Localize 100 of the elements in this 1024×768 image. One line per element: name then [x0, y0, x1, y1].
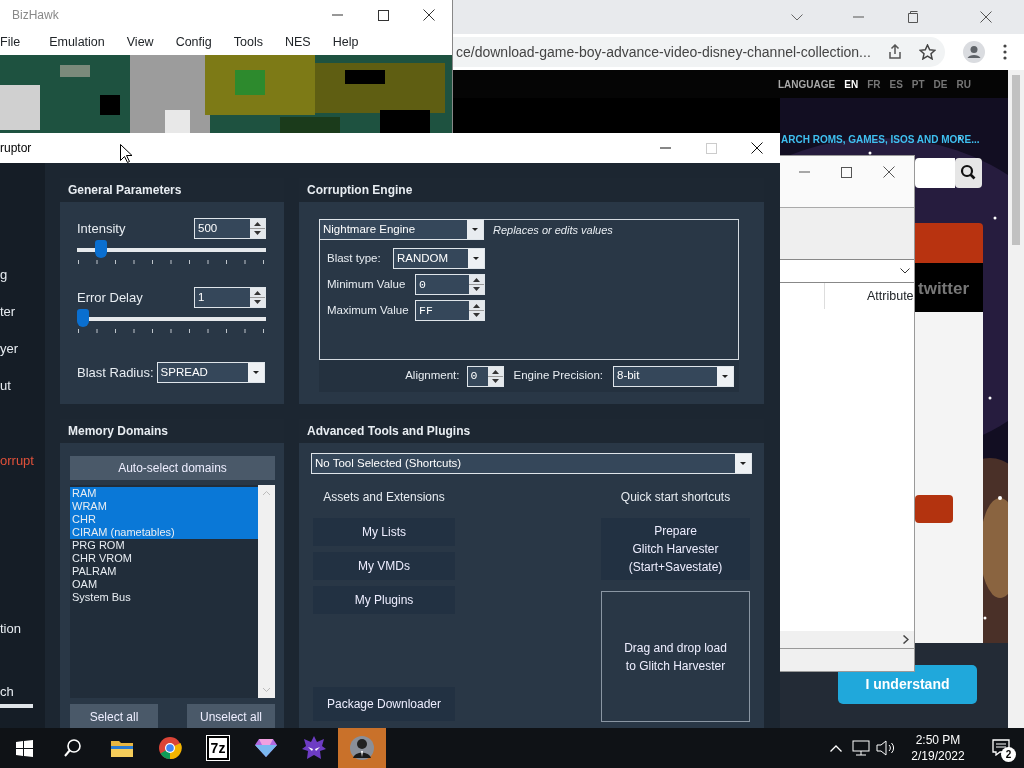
- address-bar[interactable]: ce/download-game-boy-advance-video-disney-channel-collection...: [453, 37, 945, 67]
- taskbar-button[interactable]: [338, 728, 386, 768]
- language-link[interactable]: EN: [844, 76, 859, 92]
- number-field[interactable]: 0: [415, 274, 485, 295]
- archiver-icon[interactable]: 7z: [206, 736, 230, 760]
- social-link[interactable]: twitter: [918, 276, 969, 302]
- list-item[interactable]: OAM: [70, 578, 258, 591]
- spinner-arrows-icon[interactable]: [487, 366, 503, 386]
- chevron-down-icon[interactable]: [900, 268, 910, 274]
- sidebar-item[interactable]: orrupt: [0, 451, 45, 471]
- slider[interactable]: [77, 240, 266, 258]
- close-icon[interactable]: [980, 11, 992, 23]
- menu-item[interactable]: Config: [168, 33, 219, 52]
- field-label: Blast type:: [327, 250, 382, 266]
- drop-zone[interactable]: Drag and drop load to Glitch Harvester: [601, 591, 750, 722]
- prepare-button[interactable]: Prepare Glitch Harvester (Start+Savestate): [601, 518, 750, 580]
- share-icon[interactable]: [886, 44, 903, 60]
- search-banner-link[interactable]: ARCH ROMS, GAMES, ISOS AND MORE...: [781, 132, 980, 147]
- dropdown[interactable]: RANDOM: [393, 248, 485, 269]
- number-field[interactable]: 500: [194, 218, 266, 239]
- folder-icon[interactable]: [110, 738, 134, 758]
- menu-item[interactable]: View: [119, 33, 161, 52]
- list-item[interactable]: System Bus: [70, 591, 258, 604]
- spinner-arrows-icon[interactable]: [250, 219, 265, 238]
- spinner-arrows-icon[interactable]: [469, 301, 484, 320]
- list-item[interactable]: PALRAM: [70, 565, 258, 578]
- slider[interactable]: [77, 309, 266, 327]
- section-title: Quick start shortcuts: [619, 489, 732, 506]
- dropdown[interactable]: Nightmare Engine: [319, 219, 484, 240]
- list-item[interactable]: PRG ROM: [70, 539, 258, 552]
- scroll-right-icon[interactable]: [903, 635, 909, 644]
- language-link[interactable]: DE: [933, 76, 948, 92]
- number-field[interactable]: FF: [415, 300, 485, 321]
- gem-icon[interactable]: [254, 738, 278, 758]
- scrollbar[interactable]: [780, 631, 914, 648]
- list-item[interactable]: CHR VROM: [70, 552, 258, 565]
- spiky-mask-icon[interactable]: [301, 735, 327, 761]
- sidebar-item[interactable]: ter: [0, 302, 45, 322]
- dropdown[interactable]: No Tool Selected (Shortcuts): [311, 453, 752, 474]
- language-link[interactable]: FR: [867, 76, 881, 92]
- language-link[interactable]: RU: [956, 76, 971, 92]
- notification-icon[interactable]: [992, 739, 1010, 756]
- close-icon[interactable]: [751, 142, 763, 154]
- menu-item[interactable]: Emulation: [42, 33, 112, 52]
- auto-select-button[interactable]: Auto-select domains: [70, 456, 275, 480]
- list-item[interactable]: WRAM: [70, 500, 258, 513]
- number-field[interactable]: 0: [466, 365, 504, 387]
- sidebar-item[interactable]: ut: [0, 376, 45, 396]
- slider-label: Error Delay: [77, 288, 143, 307]
- language-label: LANGUAGE: [778, 77, 836, 92]
- spinner-arrows-icon[interactable]: [469, 275, 484, 294]
- list-item[interactable]: CHR: [70, 513, 258, 526]
- search-field[interactable]: [915, 158, 955, 188]
- language-link[interactable]: PT: [911, 76, 925, 92]
- list-item[interactable]: RAM: [70, 487, 258, 500]
- star-icon[interactable]: [918, 44, 936, 60]
- menu-item[interactable]: NES: [277, 33, 318, 52]
- number-field[interactable]: 1: [194, 287, 266, 308]
- scrollbar[interactable]: [1008, 70, 1024, 728]
- slider-thumb[interactable]: [94, 240, 107, 258]
- dropdown[interactable]: SPREAD: [156, 362, 265, 383]
- sidebar-item[interactable]: yer: [0, 339, 45, 359]
- menu-item[interactable]: File: [0, 33, 35, 52]
- menu-icon[interactable]: [1003, 44, 1007, 60]
- clock-date[interactable]: 2/19/2022: [911, 748, 965, 764]
- search-icon[interactable]: [955, 158, 982, 188]
- minimize-icon[interactable]: [659, 147, 671, 149]
- clock-time[interactable]: 2:50 PM: [915, 732, 961, 748]
- sidebar-item[interactable]: g: [0, 265, 45, 285]
- profile-icon[interactable]: [963, 41, 985, 63]
- chevron-up-icon[interactable]: [830, 744, 842, 752]
- tool-button[interactable]: My Plugins: [313, 586, 455, 614]
- dropdown[interactable]: 8-bit: [613, 365, 734, 387]
- sidebar-item[interactable]: tion: [0, 619, 45, 639]
- network-icon[interactable]: [852, 740, 870, 756]
- tool-button[interactable]: My Lists: [313, 518, 455, 546]
- menu-item[interactable]: Help: [325, 33, 366, 52]
- menu-item[interactable]: Tools: [226, 33, 270, 52]
- scrollbar[interactable]: [258, 485, 275, 698]
- tool-button[interactable]: My VMDs: [313, 552, 455, 580]
- language-link[interactable]: ES: [889, 76, 903, 92]
- close-icon[interactable]: [423, 9, 435, 21]
- browser-icon[interactable]: [158, 736, 182, 760]
- sidebar-item[interactable]: ch: [0, 682, 45, 702]
- caret-icon[interactable]: [247, 363, 264, 382]
- unselect-all-button[interactable]: Unselect all: [187, 704, 275, 728]
- close-icon[interactable]: [882, 166, 895, 178]
- spinner-arrows-icon[interactable]: [250, 288, 265, 307]
- taskbar-button[interactable]: 7z: [194, 728, 242, 768]
- minimize-icon[interactable]: [331, 14, 343, 16]
- volume-icon[interactable]: [876, 740, 896, 756]
- list-item[interactable]: CIRAM (nametables): [70, 526, 258, 539]
- restore-icon[interactable]: [906, 11, 918, 23]
- slider-thumb[interactable]: [77, 309, 89, 327]
- maximize-icon[interactable]: [841, 166, 852, 178]
- figure-icon[interactable]: [349, 735, 375, 761]
- select-all-button[interactable]: Select all: [70, 704, 158, 728]
- maximize-icon[interactable]: [377, 9, 389, 21]
- domain-list[interactable]: RAM WRAM CHR CIRAM (nametables) PRG ROM CHR VROM PALRAM OAM System Bus: [70, 485, 275, 698]
- package-downloader-button[interactable]: Package Downloader: [313, 687, 455, 721]
